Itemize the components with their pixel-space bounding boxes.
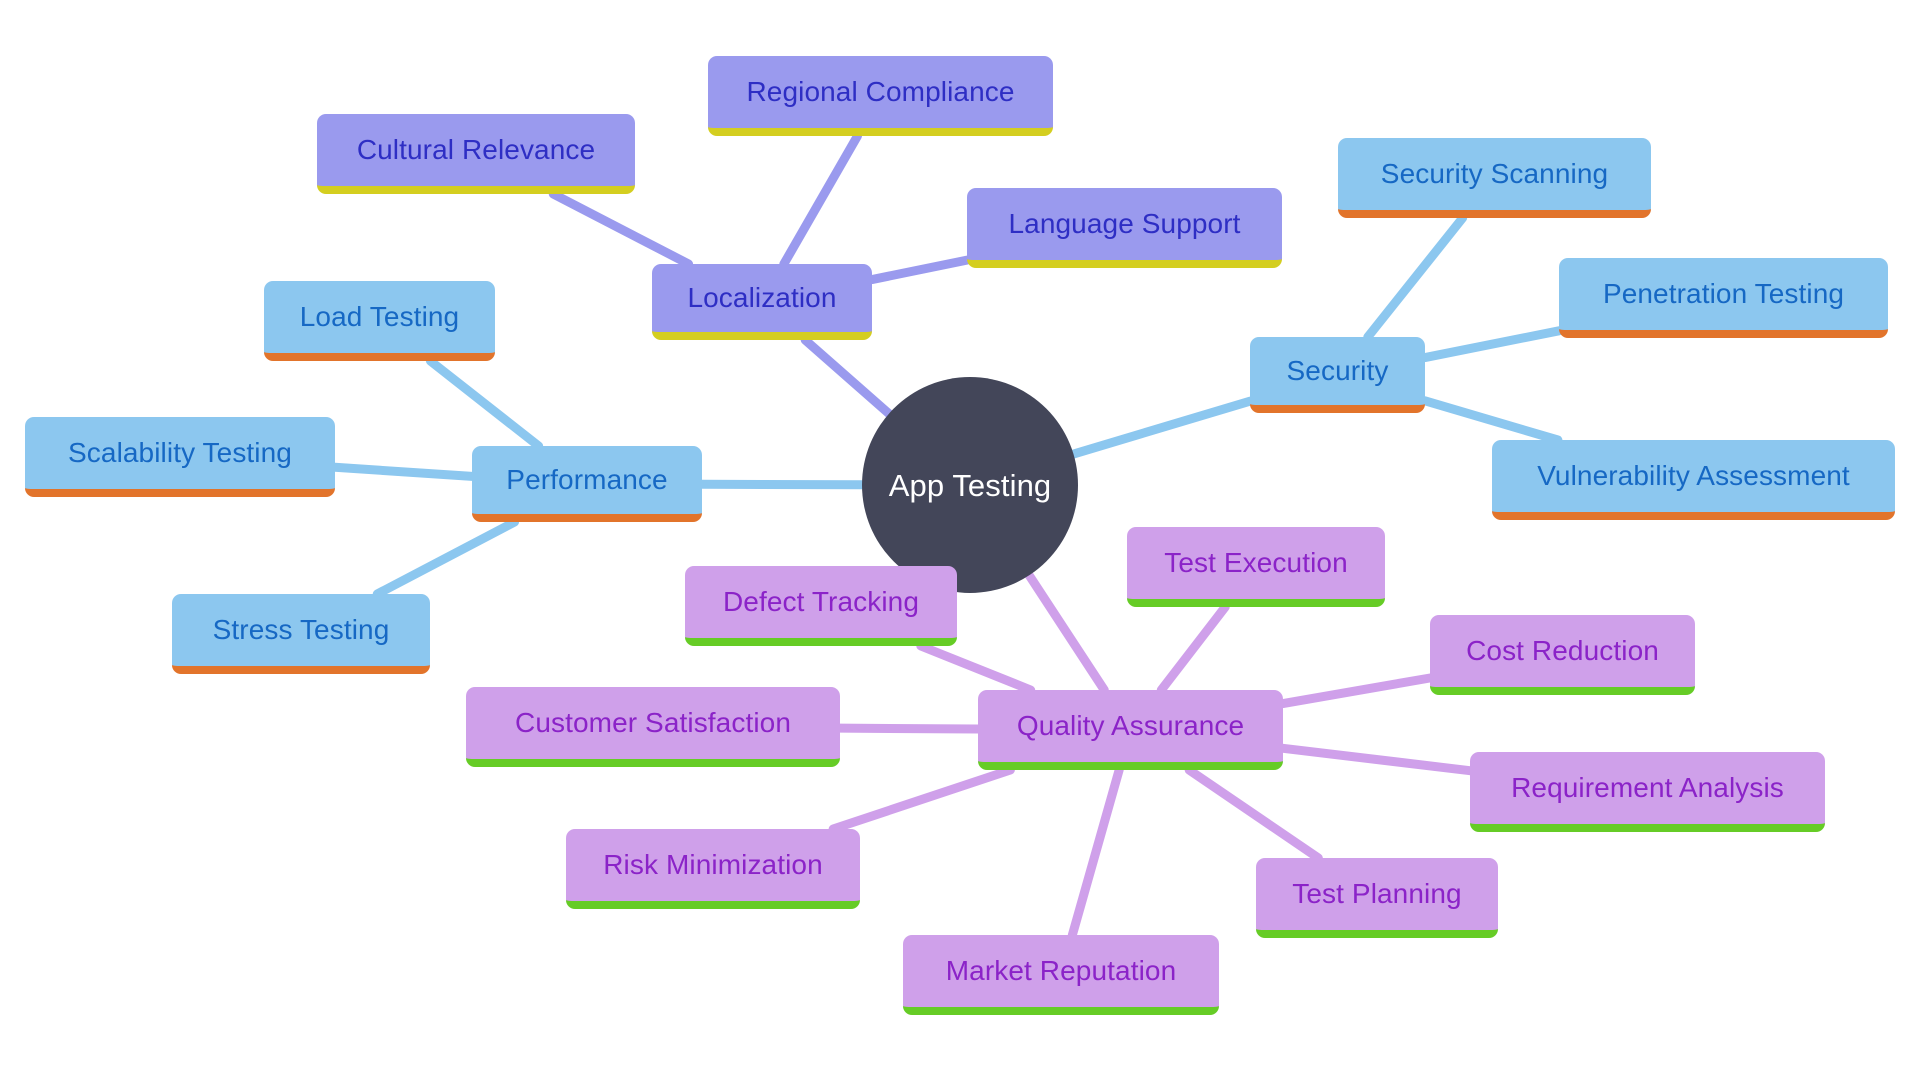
node-label-planning: Test Planning: [1292, 878, 1462, 909]
mindmap-edge-security-to-scanning: [1363, 213, 1468, 342]
mindmap-edge-localization-to-cultural: [548, 189, 694, 269]
mindmap-edge-root-to-qa: [1024, 570, 1109, 695]
node-label-qa: Quality Assurance: [1016, 710, 1245, 741]
node-label-performance: Performance: [506, 464, 668, 495]
mindmap-edge-performance-to-stress: [372, 517, 520, 599]
mindmap-edge-qa-to-reputation: [1067, 765, 1124, 940]
node-label-defect: Defect Tracking: [722, 586, 920, 617]
mindmap-node-vulnerability[interactable]: Vulnerability Assessment: [1492, 440, 1895, 520]
mindmap-node-scalability[interactable]: Scalability Testing: [25, 417, 335, 497]
mindmap-node-risk[interactable]: Risk Minimization: [566, 829, 860, 909]
mindmap-edge-security-to-penetration: [1420, 326, 1564, 363]
node-label-execution: Test Execution: [1164, 547, 1348, 578]
mindmap-edge-qa-to-execution: [1156, 602, 1230, 695]
mindmap-edge-qa-to-risk: [828, 765, 1015, 834]
node-label-scalability: Scalability Testing: [68, 437, 292, 468]
mindmap-node-security[interactable]: Security: [1250, 337, 1425, 413]
mindmap-edge-qa-to-planning: [1184, 765, 1323, 863]
node-label-localization: Localization: [687, 282, 837, 313]
mindmap-node-performance[interactable]: Performance: [472, 446, 702, 522]
mindmap-node-localization[interactable]: Localization: [652, 264, 872, 340]
node-label-scanning: Security Scanning: [1380, 158, 1609, 189]
mindmap-node-execution[interactable]: Test Execution: [1127, 527, 1385, 607]
node-label-cost: Cost Reduction: [1466, 635, 1659, 666]
node-label-regional: Regional Compliance: [746, 76, 1015, 107]
mindmap-edge-security-to-vulnerability: [1420, 396, 1563, 445]
mindmap-node-satisfaction[interactable]: Customer Satisfaction: [466, 687, 840, 767]
mindmap-node-cultural[interactable]: Cultural Relevance: [317, 114, 635, 194]
mindmap-node-requirement[interactable]: Requirement Analysis: [1470, 752, 1825, 832]
node-label-penetration: Penetration Testing: [1602, 278, 1845, 309]
mindmap-edge-qa-to-defect: [916, 641, 1036, 695]
mindmap-node-load[interactable]: Load Testing: [264, 281, 495, 361]
mindmap-node-cost[interactable]: Cost Reduction: [1430, 615, 1695, 695]
node-label-root: App Testing: [888, 467, 1052, 503]
node-label-vulnerability: Vulnerability Assessment: [1537, 460, 1850, 491]
node-label-load: Load Testing: [299, 301, 460, 332]
mindmap-node-planning[interactable]: Test Planning: [1256, 858, 1498, 938]
node-label-satisfaction: Customer Satisfaction: [515, 707, 791, 738]
mindmap-node-regional[interactable]: Regional Compliance: [708, 56, 1053, 136]
node-label-reputation: Market Reputation: [945, 955, 1177, 986]
node-label-cultural: Cultural Relevance: [356, 134, 596, 165]
mindmap-node-root[interactable]: App Testing: [862, 377, 1078, 593]
node-label-security: Security: [1286, 355, 1389, 386]
mindmap-node-penetration[interactable]: Penetration Testing: [1559, 258, 1888, 338]
mindmap-node-language[interactable]: Language Support: [967, 188, 1282, 268]
mindmap-node-reputation[interactable]: Market Reputation: [903, 935, 1219, 1015]
mindmap-edge-performance-to-load: [425, 356, 544, 451]
mindmap-node-stress[interactable]: Stress Testing: [172, 594, 430, 674]
node-label-requirement: Requirement Analysis: [1511, 772, 1784, 803]
mindmap-edge-qa-to-cost: [1278, 673, 1435, 709]
node-label-language: Language Support: [1008, 208, 1241, 239]
mindmap-canvas: App Testing Localization Cultural Relevanc…: [0, 0, 1920, 1080]
mindmap-edge-qa-to-satisfaction: [835, 723, 983, 734]
mindmap-edge-localization-to-language: [867, 255, 972, 285]
node-label-risk: Risk Minimization: [603, 849, 823, 880]
mindmap-node-defect[interactable]: Defect Tracking: [685, 566, 957, 646]
node-label-stress: Stress Testing: [212, 614, 390, 645]
mindmap-edge-root-to-security: [1068, 396, 1255, 459]
mindmap-edge-performance-to-scalability: [330, 462, 477, 481]
mindmap-node-qa[interactable]: Quality Assurance: [978, 690, 1283, 770]
mindmap-edge-localization-to-regional: [779, 131, 862, 269]
mindmap-edge-qa-to-requirement: [1278, 743, 1475, 776]
mindmap-edge-root-to-localization: [800, 335, 894, 419]
mindmap-node-scanning[interactable]: Security Scanning: [1338, 138, 1651, 218]
